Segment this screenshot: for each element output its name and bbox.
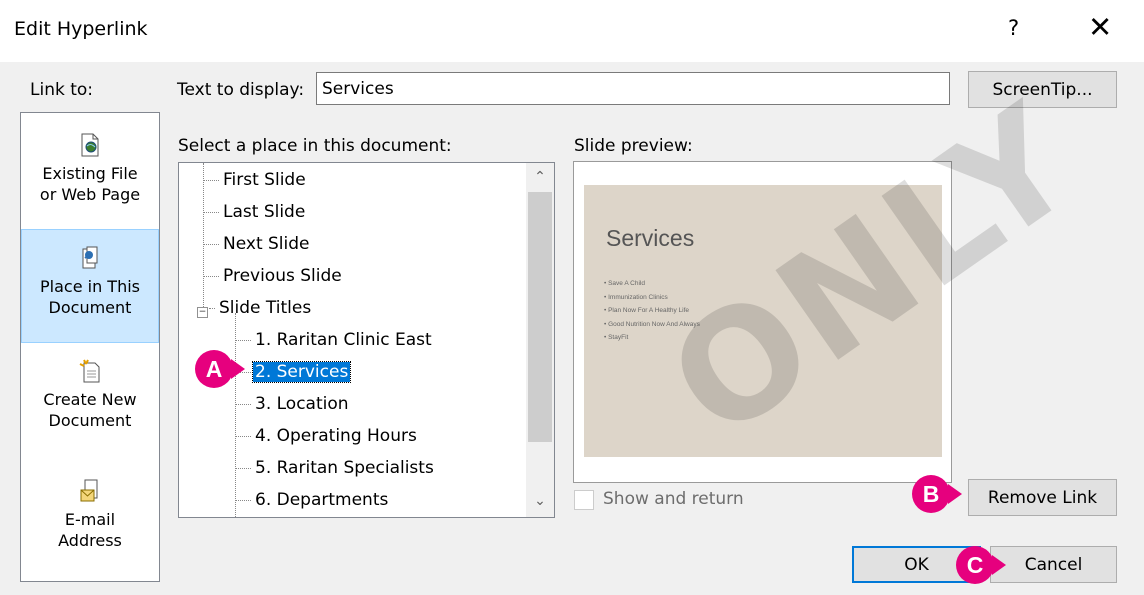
remove-link-button[interactable]: Remove Link [968,479,1117,516]
link-to-existing-file[interactable]: Existing File or Web Page [21,133,159,205]
create-new-document-icon [79,359,100,383]
slide-preview-label: Slide preview: [574,136,693,156]
dialog-title: Edit Hyperlink [14,18,148,40]
scroll-thumb[interactable] [528,192,552,442]
dialog-title-bar: Edit Hyperlink ? ✕ [0,0,1144,62]
create-new-document-label-1: Create New [43,390,137,409]
tree-item-slide-1[interactable]: 1. Raritan Clinic East [235,327,434,353]
callout-a: A [195,350,233,388]
document-places-tree[interactable]: First Slide Last Slide Next Slide Previo… [178,162,555,518]
callout-c-pointer [992,555,1006,575]
create-new-document-label-2: Document [48,411,132,430]
help-button[interactable]: ? [1008,16,1019,40]
link-to-email-address[interactable]: E-mail Address [21,479,159,551]
close-icon[interactable]: ✕ [1088,10,1112,44]
scroll-down-icon[interactable]: ⌄ [526,489,554,513]
place-in-document-icon [82,246,98,269]
link-to-label: Link to: [30,80,94,100]
slide-thumbnail-title: Services [606,225,695,251]
slide-thumbnail: Services • Save A Child • Immunization C… [584,185,942,457]
text-to-display-label: Text to display: [177,80,305,100]
slide-thumbnail-bullets: • Save A Child • Immunization Clinics • … [604,280,700,341]
place-in-document-label-1: Place in This [40,277,140,296]
place-in-document-label-2: Document [48,298,132,317]
link-to-create-new-document[interactable]: Create New Document [21,359,159,431]
show-and-return-label: Show and return [603,489,744,509]
tree-item-slide-5[interactable]: 5. Raritan Specialists [235,455,436,481]
tree-item-previous-slide[interactable]: Previous Slide [203,263,344,289]
tree-item-slide-6[interactable]: 6. Departments [235,487,390,513]
text-to-display-input[interactable] [316,72,950,105]
slide-preview-frame: Services • Save A Child • Immunization C… [573,161,952,483]
scroll-up-icon[interactable]: ⌃ [526,165,554,189]
callout-a-pointer [231,359,245,379]
email-address-label-1: E-mail [64,510,116,529]
tree-item-slide-3[interactable]: 3. Location [235,391,351,417]
link-to-place-in-document[interactable]: Place in This Document [21,229,159,343]
callout-c: C [956,546,994,584]
place-in-document-heading: Select a place in this document: [178,136,452,156]
link-to-panel: Existing File or Web Page Place in This … [20,112,160,582]
callout-b-pointer [948,484,962,504]
callout-b: B [912,475,950,513]
tree-item-slide-4[interactable]: 4. Operating Hours [235,423,419,449]
tree-item-slide-2-selected[interactable]: 2. Services [235,359,352,385]
collapse-icon[interactable]: − [197,307,208,318]
tree-item-slide-titles[interactable]: Slide Titles [209,295,313,321]
show-and-return-checkbox[interactable] [574,490,594,510]
tree-item-first-slide[interactable]: First Slide [203,167,308,193]
tree-item-next-slide[interactable]: Next Slide [203,231,312,257]
existing-file-label-1: Existing File [42,164,138,183]
existing-file-label-2: or Web Page [39,185,141,204]
cancel-button[interactable]: Cancel [990,546,1117,583]
tree-scrollbar[interactable]: ⌃ ⌄ [526,163,554,517]
email-address-icon [80,479,98,502]
tree-item-last-slide[interactable]: Last Slide [203,199,307,225]
existing-file-icon [81,133,99,157]
screentip-button[interactable]: ScreenTip... [968,71,1117,108]
email-address-label-2: Address [58,531,122,550]
